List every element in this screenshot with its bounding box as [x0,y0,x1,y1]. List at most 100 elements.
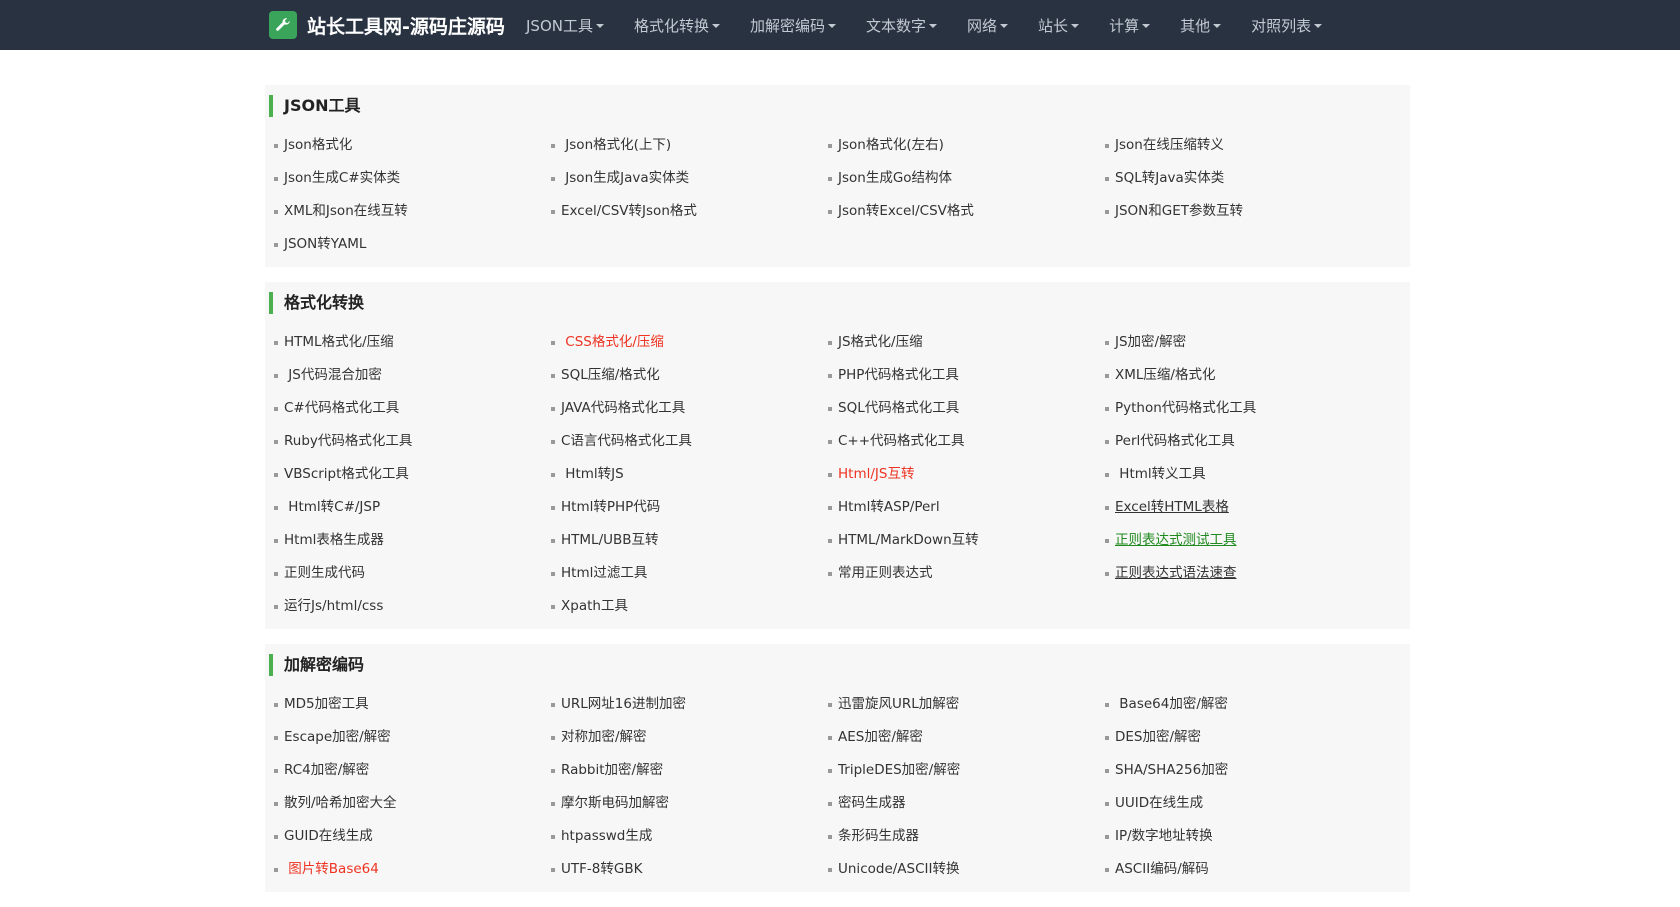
tool-link[interactable]: AES加密/解密 [828,721,1105,754]
tool-link[interactable]: 对称加密/解密 [551,721,828,754]
tool-link[interactable]: URL网址16进制加密 [551,688,828,721]
tool-link[interactable]: IP/数字地址转换 [1105,820,1382,853]
tool-link[interactable]: JSON转YAML [274,228,551,261]
nav-menu-label: 格式化转换 [633,16,709,35]
site-brand[interactable]: 站长工具网-源码庄源码 [269,11,505,39]
tool-link[interactable]: Json生成C#实体类 [274,162,551,195]
tool-link[interactable]: Html/JS互转 [828,458,1105,491]
tool-link[interactable]: Html转C#/JSP [274,491,551,524]
tool-link[interactable]: SQL代码格式化工具 [828,392,1105,425]
tool-link[interactable]: Ruby代码格式化工具 [274,425,551,458]
tool-link[interactable]: Excel/CSV转Json格式 [551,195,828,228]
bullet-icon [1105,340,1109,345]
tool-link[interactable]: PHP代码格式化工具 [828,359,1105,392]
tool-link[interactable]: Unicode/ASCII转换 [828,853,1105,886]
tool-link[interactable]: JS加密/解密 [1105,326,1382,359]
nav-menu-item[interactable]: 对照列表 [1236,15,1337,36]
nav-menu-item[interactable]: 其他 [1165,15,1236,36]
tool-link[interactable]: Html过滤工具 [551,557,828,590]
tool-link[interactable]: Base64加密/解密 [1105,688,1382,721]
tool-link[interactable]: Json生成Go结构体 [828,162,1105,195]
tool-link-label: 摩尔斯电码加解密 [561,795,669,811]
tool-link[interactable]: 摩尔斯电码加解密 [551,787,828,820]
nav-menu-item[interactable]: 文本数字 [851,15,952,36]
tool-link[interactable]: SHA/SHA256加密 [1105,754,1382,787]
tool-link[interactable]: Perl代码格式化工具 [1105,425,1382,458]
tool-link[interactable]: Json转Excel/CSV格式 [828,195,1105,228]
tool-link[interactable]: htpasswd生成 [551,820,828,853]
tool-link[interactable]: UTF-8转GBK [551,853,828,886]
tool-link-label: JS格式化/压缩 [838,334,923,350]
caret-down-icon [1071,24,1080,28]
tool-link-label: RC4加密/解密 [284,762,370,778]
tool-link[interactable]: 运行Js/html/css [274,590,551,623]
tool-link[interactable]: Html表格生成器 [274,524,551,557]
tool-link[interactable]: HTML格式化/压缩 [274,326,551,359]
tool-link[interactable]: TripleDES加密/解密 [828,754,1105,787]
bullet-icon [551,735,555,740]
tool-link[interactable]: JS格式化/压缩 [828,326,1105,359]
tool-link[interactable]: HTML/UBB互转 [551,524,828,557]
nav-menu-item[interactable]: JSON工具 [511,15,619,36]
bullet-icon [551,209,555,214]
tool-link[interactable]: 正则生成代码 [274,557,551,590]
nav-menu-item[interactable]: 格式化转换 [619,15,735,36]
nav-menu-item[interactable]: 网络 [952,15,1023,36]
tool-link[interactable]: 图片转Base64 [274,853,551,886]
tool-link[interactable]: 条形码生成器 [828,820,1105,853]
bullet-icon [274,801,278,806]
tool-link[interactable]: SQL压缩/格式化 [551,359,828,392]
tool-link[interactable]: SQL转Java实体类 [1105,162,1382,195]
tool-link[interactable]: Json格式化(上下) [551,129,828,162]
nav-menu-item[interactable]: 计算 [1094,15,1165,36]
tool-link[interactable]: JSON和GET参数互转 [1105,195,1382,228]
tool-link[interactable]: UUID在线生成 [1105,787,1382,820]
tool-link-label: 正则生成代码 [284,565,365,581]
tool-link-label: JSON和GET参数互转 [1115,203,1244,219]
bullet-icon [551,538,555,543]
tool-link[interactable]: Html转JS [551,458,828,491]
tool-link[interactable]: 迅雷旋风URL加解密 [828,688,1105,721]
tool-link[interactable]: C语言代码格式化工具 [551,425,828,458]
tool-link[interactable]: RC4加密/解密 [274,754,551,787]
tool-link[interactable]: DES加密/解密 [1105,721,1382,754]
tool-link[interactable]: Rabbit加密/解密 [551,754,828,787]
nav-menu-item[interactable]: 加解密编码 [735,15,851,36]
bullet-icon [828,801,832,806]
tool-link[interactable]: Json格式化 [274,129,551,162]
tool-link[interactable]: Python代码格式化工具 [1105,392,1382,425]
tool-link[interactable]: HTML/MarkDown互转 [828,524,1105,557]
tool-link[interactable]: MD5加密工具 [274,688,551,721]
tool-link[interactable]: GUID在线生成 [274,820,551,853]
tool-link-label: Xpath工具 [561,598,628,614]
tool-link[interactable]: Html转PHP代码 [551,491,828,524]
bullet-icon [828,340,832,345]
tool-link[interactable]: XML和Json在线互转 [274,195,551,228]
tool-link[interactable]: 密码生成器 [828,787,1105,820]
tool-link[interactable]: Json在线压缩转义 [1105,129,1382,162]
tool-link[interactable]: ASCII编码/解码 [1105,853,1382,886]
tool-link[interactable]: Html转ASP/Perl [828,491,1105,524]
tool-link[interactable]: 散列/哈希加密大全 [274,787,551,820]
tool-link[interactable]: JS代码混合加密 [274,359,551,392]
tool-link[interactable]: Html转义工具 [1105,458,1382,491]
tool-link[interactable]: 正则表达式语法速查 [1105,557,1382,590]
tool-link[interactable]: C#代码格式化工具 [274,392,551,425]
tool-link[interactable]: 常用正则表达式 [828,557,1105,590]
tool-link-label: 常用正则表达式 [838,565,933,581]
tool-link[interactable]: CSS格式化/压缩 [551,326,828,359]
tool-link[interactable]: XML压缩/格式化 [1105,359,1382,392]
tool-link[interactable]: Escape加密/解密 [274,721,551,754]
tool-link[interactable]: Json生成Java实体类 [551,162,828,195]
tool-link[interactable]: C++代码格式化工具 [828,425,1105,458]
tool-link-label: PHP代码格式化工具 [838,367,959,383]
tool-link[interactable]: Excel转HTML表格 [1105,491,1382,524]
tool-link[interactable]: VBScript格式化工具 [274,458,551,491]
tool-link[interactable]: Xpath工具 [551,590,828,623]
nav-menu-item[interactable]: 站长 [1023,15,1094,36]
bullet-icon [551,340,555,345]
tool-link[interactable]: 正则表达式测试工具 [1105,524,1382,557]
tool-link-label: 正则表达式测试工具 [1115,532,1237,548]
tool-link[interactable]: Json格式化(左右) [828,129,1105,162]
tool-link[interactable]: JAVA代码格式化工具 [551,392,828,425]
